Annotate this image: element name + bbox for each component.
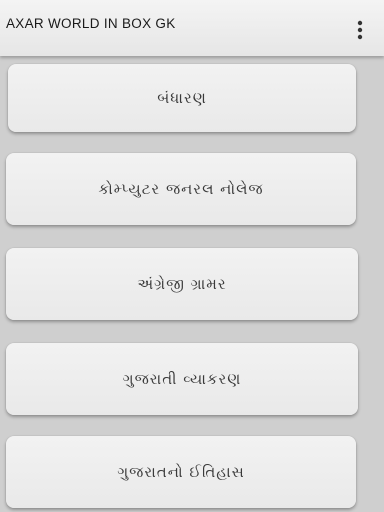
more-vert-icon	[357, 20, 363, 40]
app-bar: AXAR WORLD IN BOX GK	[0, 0, 384, 56]
menu-item-label: કોમ્પ્યુટર જનરલ નોલેજ	[98, 180, 264, 198]
overflow-menu-button[interactable]	[354, 18, 366, 42]
menu-item-gujarat-history[interactable]: ગુજરાતનો ઈતિહાસ	[6, 436, 356, 508]
menu-item-label: ગુજરાતનો ઈતિહાસ	[117, 463, 245, 481]
menu-item-gujarati-grammar[interactable]: ગુજરાતી વ્યાકરણ	[6, 343, 358, 415]
menu-item-label: બંધારણ	[157, 89, 207, 107]
topic-list: બંધારણ કોમ્પ્યુટર જનરલ નોલેજ અંગ્રેજી ગ્…	[0, 56, 384, 512]
menu-item-label: ગુજરાતી વ્યાકરણ	[122, 370, 242, 388]
menu-item-english-grammar[interactable]: અંગ્રેજી ગ્રામર	[6, 248, 358, 320]
menu-item-computer-general-knowledge[interactable]: કોમ્પ્યુટર જનરલ નોલેજ	[6, 153, 356, 225]
app-title: AXAR WORLD IN BOX GK	[6, 16, 176, 31]
menu-item-constitution[interactable]: બંધારણ	[8, 64, 356, 132]
menu-item-label: અંગ્રેજી ગ્રામર	[137, 275, 227, 293]
